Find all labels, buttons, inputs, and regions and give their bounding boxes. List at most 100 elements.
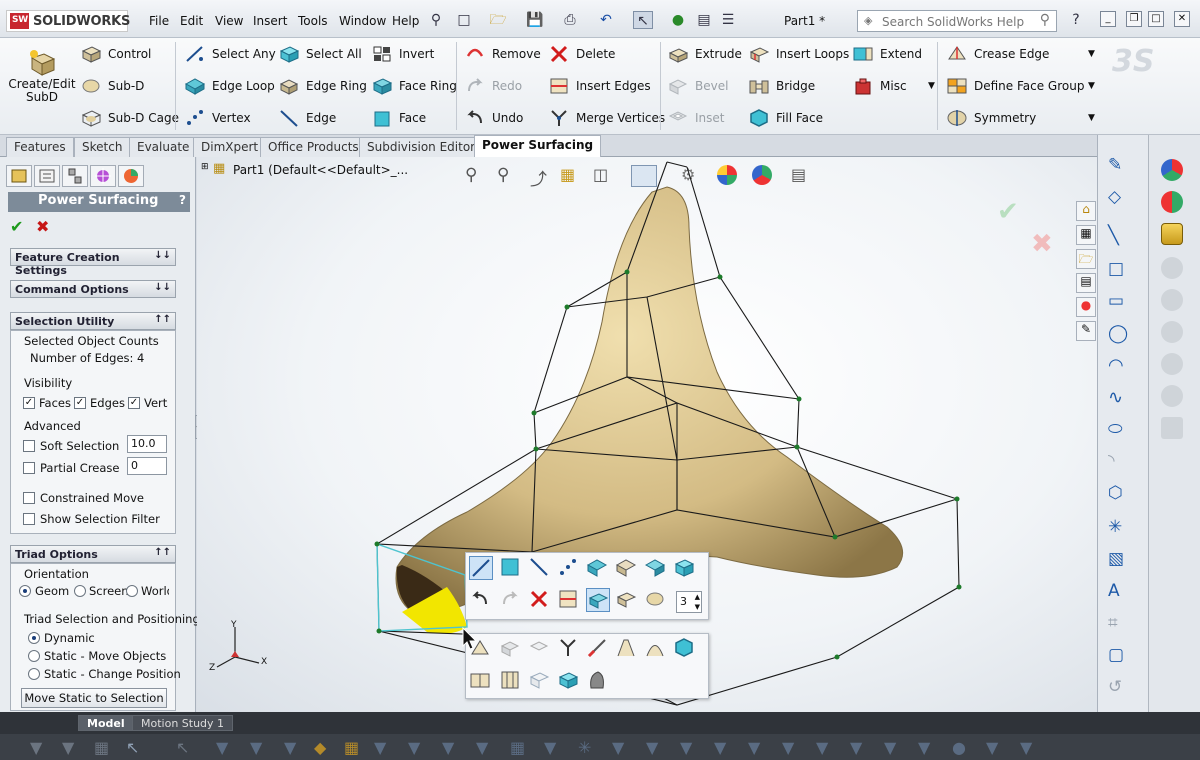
verts-checkbox[interactable]: ✓	[128, 397, 140, 409]
filter-22-icon[interactable]: ▼	[918, 738, 930, 757]
ellipse-tool-icon[interactable]: ⬭	[1108, 419, 1123, 439]
dimxpert-tab-icon[interactable]	[90, 165, 116, 187]
filter-15-icon[interactable]: ▼	[680, 738, 692, 757]
options-icon[interactable]: ☰	[718, 11, 738, 29]
centerline-tool-icon[interactable]: ▧	[1108, 549, 1124, 569]
close-button[interactable]: ✕	[1174, 11, 1190, 27]
define-face-group-button[interactable]: Define Face Group ▼	[946, 75, 1095, 97]
fill-face-button[interactable]: Fill Face	[748, 107, 823, 129]
filter-2-icon[interactable]: ▼	[250, 738, 262, 757]
create-edit-subd-button[interactable]: Create/Edit SubD	[8, 44, 76, 108]
soft-selection-checkbox[interactable]	[23, 440, 35, 452]
feature-creation-settings-header[interactable]: Feature Creation Settings ↓↓	[10, 248, 176, 277]
edge-button[interactable]: Edge	[278, 107, 336, 129]
filter-8-icon[interactable]: ▼	[442, 738, 454, 757]
command-options-header[interactable]: Command Options ↓↓	[10, 280, 176, 298]
mirror-tool-icon[interactable]: ↺	[1108, 677, 1122, 697]
popup-bridge-icon[interactable]	[615, 637, 639, 661]
undo-icon[interactable]: ↶	[596, 11, 616, 29]
configuration-tab-icon[interactable]	[62, 165, 88, 187]
maximize-button[interactable]: □	[1148, 11, 1164, 27]
restore-button[interactable]: ❐	[1126, 11, 1142, 27]
new-document-icon[interactable]: □	[454, 11, 474, 29]
filter-toggle-icon[interactable]: ↖	[176, 738, 189, 757]
popup-merge-vertices-icon[interactable]	[557, 637, 581, 661]
smart-dimension-icon[interactable]: ◇	[1108, 187, 1121, 207]
popup-grid-icon[interactable]	[499, 669, 523, 693]
filter-16-icon[interactable]: ▼	[714, 738, 726, 757]
popup-fill-face-icon[interactable]	[673, 637, 697, 661]
rebuild-traffic-light-icon[interactable]: ●	[668, 11, 688, 29]
tab-features[interactable]: Features	[6, 137, 74, 157]
task-pane-appearances-icon[interactable]: ●	[1076, 297, 1096, 317]
decal-icon[interactable]	[1161, 289, 1183, 311]
spinner-arrows-icon[interactable]: ▲ ▼	[695, 592, 700, 612]
popup-face-icon[interactable]	[499, 556, 523, 580]
select-filter-arrow-icon[interactable]: ↖	[126, 738, 139, 757]
popup-edge-ring-icon[interactable]	[615, 556, 639, 580]
tab-evaluate[interactable]: Evaluate	[129, 137, 198, 157]
menu-edit[interactable]: Edit	[180, 14, 203, 28]
select-any-button[interactable]: Select Any	[184, 43, 276, 65]
panel-help-icon[interactable]: ?	[179, 193, 186, 207]
insert-loops-button[interactable]: Insert Loops	[748, 43, 849, 65]
symmetry-button[interactable]: Symmetry ▼	[946, 107, 1095, 129]
filter-23-icon[interactable]: ●	[952, 738, 966, 757]
scene-icon[interactable]	[1161, 321, 1183, 343]
crease-edge-dropdown-icon[interactable]: ▼	[1088, 43, 1095, 65]
edges-checkbox[interactable]: ✓	[74, 397, 86, 409]
menu-help[interactable]: Help	[392, 14, 419, 28]
misc-dropdown-icon[interactable]: ▼	[928, 75, 935, 97]
popup-redo-icon[interactable]	[499, 588, 523, 612]
app-logo[interactable]: SW SOLIDWORKS	[6, 10, 130, 32]
menu-insert[interactable]: Insert	[253, 14, 287, 28]
filter-edge-icon[interactable]: ▼	[62, 738, 74, 757]
menu-tools[interactable]: Tools	[298, 14, 328, 28]
filter-19-icon[interactable]: ▼	[816, 738, 828, 757]
popup-select-all-icon[interactable]	[673, 556, 697, 580]
bridge-button[interactable]: Bridge	[748, 75, 815, 97]
graphics-viewport[interactable]: ⊞ ▦ Part1 (Default<<Default>_... ⚲ ⚲ ⤴ ▦…	[197, 157, 1097, 712]
filter-10-icon[interactable]: ▦	[510, 738, 525, 757]
point-tool-icon[interactable]: ✳	[1108, 517, 1122, 537]
filter-vertex-icon[interactable]: ▼	[30, 738, 42, 757]
filter-17-icon[interactable]: ▼	[748, 738, 760, 757]
popup-level-spinner[interactable]: 3 ▲ ▼	[676, 591, 702, 613]
filter-24-icon[interactable]: ▼	[986, 738, 998, 757]
display-manager-tab-icon[interactable]	[118, 165, 144, 187]
trim-tool-icon[interactable]: ⌗	[1108, 613, 1118, 633]
popup-box-outline-icon[interactable]	[528, 669, 552, 693]
popup-vertex-icon[interactable]	[557, 556, 581, 580]
orientation-screen-radio[interactable]	[74, 585, 86, 597]
face-button[interactable]: Face	[371, 107, 426, 129]
offset-tool-icon[interactable]: ▢	[1108, 645, 1124, 665]
filter-21-icon[interactable]: ▼	[884, 738, 896, 757]
filter-18-icon[interactable]: ▼	[782, 738, 794, 757]
crease-edge-button[interactable]: Crease Edge ▼	[946, 43, 1095, 65]
undo-button[interactable]: Undo	[464, 107, 523, 129]
constrained-move-checkbox[interactable]	[23, 492, 35, 504]
popup-shape-icon[interactable]	[586, 669, 610, 693]
slot-tool-icon[interactable]: ▭	[1108, 291, 1124, 311]
tab-motion-study[interactable]: Motion Study 1	[132, 715, 234, 731]
insert-edges-button[interactable]: Insert Edges	[548, 75, 651, 97]
delete-button[interactable]: Delete	[548, 43, 615, 65]
file-properties-icon[interactable]: ▤	[694, 11, 714, 29]
popup-undo-icon[interactable]	[469, 588, 493, 612]
task-pane-properties-icon[interactable]: ✎	[1076, 321, 1096, 341]
merge-vertices-button[interactable]: Merge Vertices	[548, 107, 665, 129]
sub-d-button[interactable]: Sub-D	[80, 75, 144, 97]
line-tool-icon[interactable]: ╲	[1108, 225, 1119, 246]
faces-checkbox[interactable]: ✓	[23, 397, 35, 409]
task-pane-library-icon[interactable]: ▦	[1076, 225, 1096, 245]
control-button[interactable]: Control	[80, 43, 151, 65]
tab-model[interactable]: Model	[78, 715, 134, 731]
soft-selection-spinner[interactable]: 10.0	[127, 435, 167, 453]
popup-arch-icon[interactable]	[644, 637, 668, 661]
filter-5-icon[interactable]: ▦	[344, 738, 359, 757]
tab-dimxpert[interactable]: DimXpert	[193, 137, 267, 157]
extrude-button[interactable]: Extrude	[667, 43, 742, 65]
spline-tool-icon[interactable]: ∿	[1108, 387, 1123, 408]
popup-delete-icon[interactable]	[528, 588, 552, 612]
popup-subdivide-cube-icon[interactable]	[557, 669, 581, 693]
